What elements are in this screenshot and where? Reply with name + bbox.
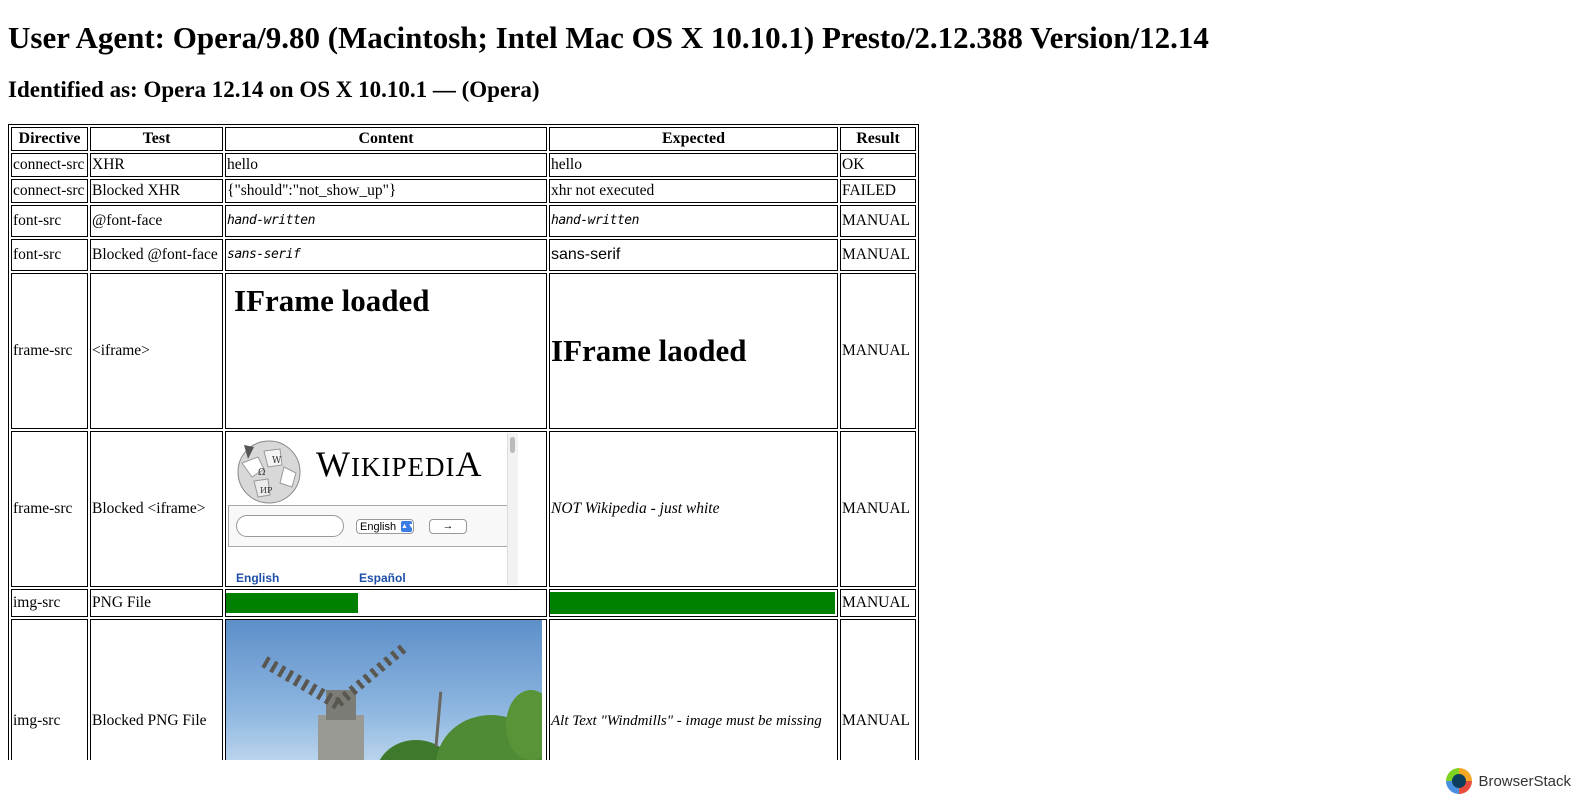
svg-text:ИР: ИР <box>260 486 273 495</box>
table-row: connect-src Blocked XHR {"should":"not_s… <box>11 179 916 203</box>
browser-viewport: User Agent: Opera/9.80 (Macintosh; Intel… <box>0 0 1585 760</box>
language-select[interactable]: English ▲▼ <box>356 519 415 534</box>
wikipedia-go-button[interactable]: → <box>429 519 467 534</box>
cell-expected: Alt Text "Windmills" - image must be mis… <box>549 619 838 760</box>
svg-text:W: W <box>272 456 282 466</box>
cell-directive: connect-src <box>11 153 88 177</box>
cell-content: hand-written <box>225 205 547 237</box>
cell-expected: NOT Wikipedia - just white <box>549 431 838 587</box>
browserstack-watermark: BrowserStack <box>1446 768 1571 794</box>
cell-result: MANUAL <box>840 589 916 617</box>
header-test: Test <box>90 127 223 151</box>
green-expected-fill <box>550 592 835 614</box>
cell-result: OK <box>840 153 916 177</box>
cell-test: <iframe> <box>90 273 223 429</box>
header-directive: Directive <box>11 127 88 151</box>
table-row: img-src PNG File MANUAL <box>11 589 916 617</box>
cell-content: sans-serif <box>225 239 547 271</box>
cell-content <box>225 589 547 617</box>
cell-result: MANUAL <box>840 431 916 587</box>
header-expected: Expected <box>549 127 838 151</box>
select-arrows-icon: ▲▼ <box>401 521 415 532</box>
green-png-image <box>226 593 358 613</box>
cell-test: Blocked <iframe> <box>90 431 223 587</box>
cell-result: FAILED <box>840 179 916 203</box>
cell-directive: connect-src <box>11 179 88 203</box>
iframe-loaded-text: IFrame loaded <box>234 283 430 318</box>
page-title: User Agent: Opera/9.80 (Macintosh; Intel… <box>8 20 1209 55</box>
header-result: Result <box>840 127 916 151</box>
cell-test: XHR <box>90 153 223 177</box>
lang-link-espanol[interactable]: Español <box>359 569 406 585</box>
iframe-scrollbar[interactable] <box>507 433 518 585</box>
cell-result: MANUAL <box>840 239 916 271</box>
cell-directive: font-src <box>11 239 88 271</box>
header-content: Content <box>225 127 547 151</box>
table-row: frame-src Blocked <iframe> Ω W ИР WIKIPE… <box>11 431 916 587</box>
table-row: font-src @font-face hand-written hand-wr… <box>11 205 916 237</box>
cell-directive: img-src <box>11 589 88 617</box>
cell-expected: IFrame laoded <box>549 273 838 429</box>
wikipedia-iframe[interactable]: Ω W ИР WIKIPEDIA English ▲▼ → English Es… <box>226 433 542 585</box>
table-row: font-src Blocked @font-face sans-serif s… <box>11 239 916 271</box>
cell-result: MANUAL <box>840 273 916 429</box>
cell-expected: xhr not executed <box>549 179 838 203</box>
cell-test: Blocked XHR <box>90 179 223 203</box>
cell-content: hello <box>225 153 547 177</box>
iframe-frame: IFrame loaded <box>226 274 546 426</box>
lang-link-english[interactable]: English <box>236 569 279 585</box>
browserstack-logo-icon <box>1446 768 1473 794</box>
cell-content: {"should":"not_show_up"} <box>225 179 547 203</box>
cell-expected: sans-serif <box>549 239 838 271</box>
cell-expected: hello <box>549 153 838 177</box>
cell-expected <box>549 589 838 617</box>
wikipedia-search-input[interactable] <box>236 515 344 537</box>
cell-directive: frame-src <box>11 431 88 587</box>
table-row: connect-src XHR hello hello OK <box>11 153 916 177</box>
cell-result: MANUAL <box>840 619 916 760</box>
svg-text:Ω: Ω <box>258 468 265 478</box>
scrollbar-thumb[interactable] <box>510 437 515 453</box>
cell-test: PNG File <box>90 589 223 617</box>
wikipedia-wordmark: WIKIPEDIA <box>316 444 483 484</box>
cell-test: Blocked @font-face <box>90 239 223 271</box>
cell-test: Blocked PNG File <box>90 619 223 760</box>
table-row: img-src Blocked PNG File Alt Text "Windm… <box>11 619 916 760</box>
cell-content: Ω W ИР WIKIPEDIA English ▲▼ → English Es… <box>225 431 547 587</box>
wikipedia-globe-icon: Ω W ИР <box>237 440 301 504</box>
cell-result: MANUAL <box>840 205 916 237</box>
csp-test-table: Directive Test Content Expected Result c… <box>8 124 919 760</box>
table-row: frame-src <iframe> IFrame loaded IFrame … <box>11 273 916 429</box>
browserstack-label: BrowserStack <box>1478 772 1571 790</box>
page-subtitle: Identified as: Opera 12.14 on OS X 10.10… <box>8 77 540 102</box>
cell-directive: img-src <box>11 619 88 760</box>
cell-directive: font-src <box>11 205 88 237</box>
cell-expected: hand-written <box>549 205 838 237</box>
language-select-value: English <box>360 521 397 533</box>
table-header-row: Directive Test Content Expected Result <box>11 127 916 151</box>
cell-directive: frame-src <box>11 273 88 429</box>
cell-content: IFrame loaded <box>225 273 547 429</box>
cell-test: @font-face <box>90 205 223 237</box>
windmills-photo <box>226 620 542 760</box>
cell-content <box>225 619 547 760</box>
